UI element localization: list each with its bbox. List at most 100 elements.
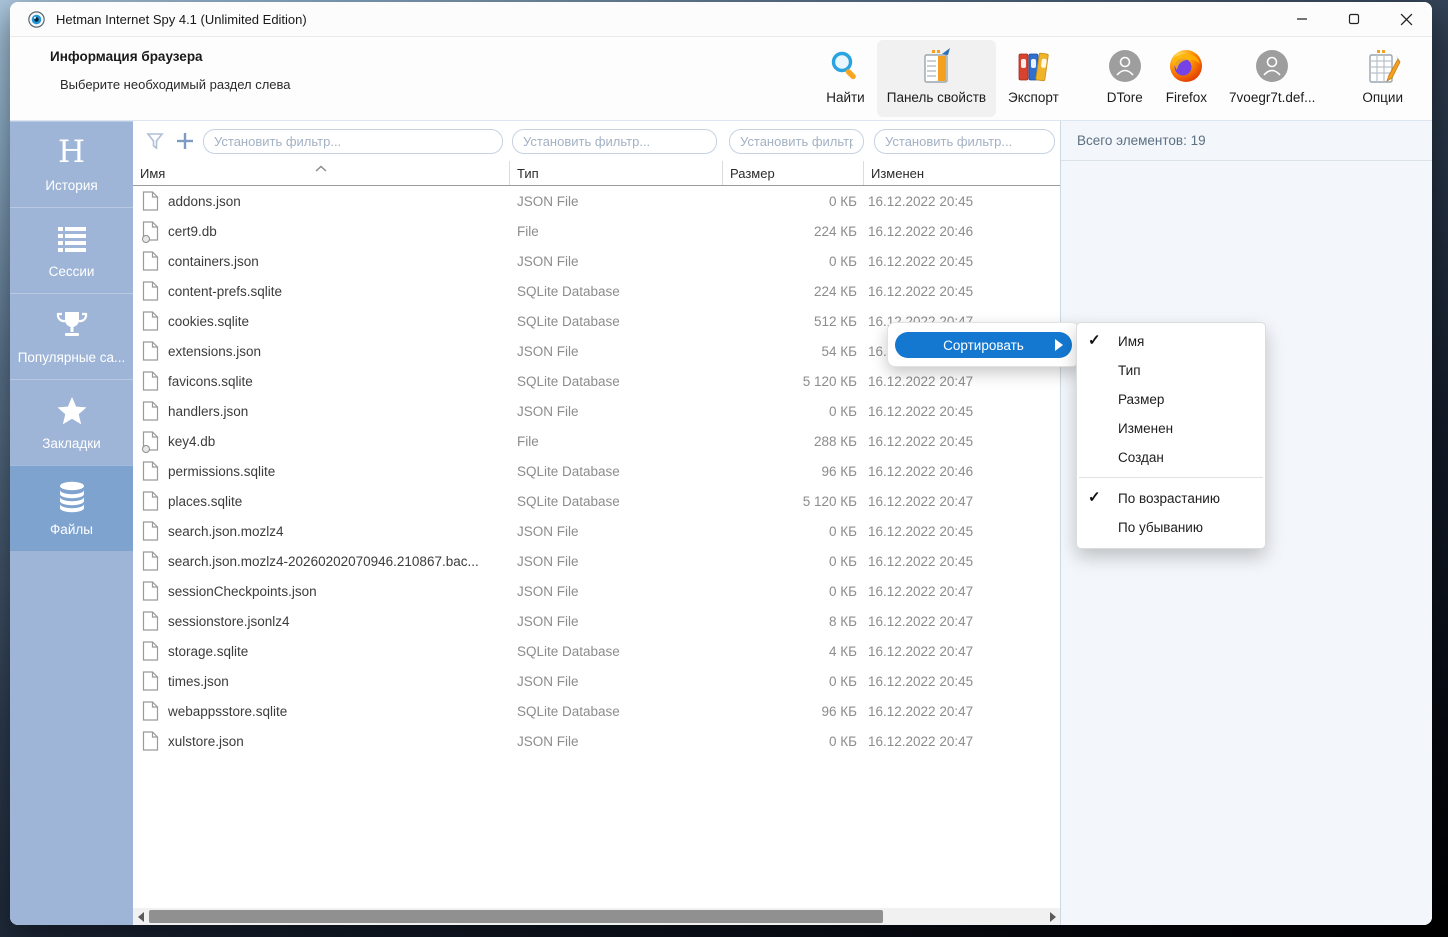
file-name: containers.json — [168, 254, 510, 269]
database-icon — [57, 481, 87, 513]
file-name: webappsstore.sqlite — [168, 704, 510, 719]
export-button[interactable]: Экспорт — [998, 40, 1069, 117]
file-icon — [133, 311, 168, 331]
sidebar-item[interactable]: H История — [10, 121, 133, 207]
properties-panel-button[interactable]: Панель свойств — [877, 40, 996, 117]
filter-input-size[interactable] — [729, 129, 864, 154]
scroll-left-arrow-icon[interactable] — [133, 908, 148, 925]
sidebar-item[interactable]: Файлы — [10, 465, 133, 551]
submenu-item[interactable]: По убыванию — [1077, 513, 1265, 542]
profile-7voegr7t-button[interactable]: 7voegr7t.def... — [1219, 40, 1325, 117]
table-row[interactable]: search.json.mozlz4-20260202070946.210867… — [133, 546, 1060, 576]
file-type: SQLite Database — [510, 704, 723, 719]
submenu-item[interactable]: Размер — [1077, 385, 1265, 414]
submenu-item[interactable]: ✓ По возрастанию — [1077, 484, 1265, 513]
table-row[interactable]: containers.json JSON File 0 КБ 16.12.202… — [133, 246, 1060, 276]
sidebar-item[interactable]: Популярные са... — [10, 293, 133, 379]
file-icon — [133, 671, 168, 691]
filter-input-name[interactable] — [203, 129, 503, 154]
close-button[interactable] — [1380, 2, 1432, 36]
window-controls — [1276, 2, 1432, 36]
submenu-item[interactable]: Создан — [1077, 443, 1265, 472]
file-name: storage.sqlite — [168, 644, 510, 659]
table-row[interactable]: places.sqlite SQLite Database 5 120 КБ 1… — [133, 486, 1060, 516]
file-list: addons.json JSON File 0 КБ 16.12.2022 20… — [133, 186, 1060, 908]
sessions-list-icon — [57, 223, 87, 255]
export-binders-icon — [1014, 46, 1052, 86]
column-header-modified[interactable]: Изменен — [864, 161, 1060, 185]
options-button[interactable]: Опции — [1352, 40, 1413, 117]
table-row[interactable]: xulstore.json JSON File 0 КБ 16.12.2022 … — [133, 726, 1060, 756]
profile-dtore-button[interactable]: DTore — [1096, 40, 1154, 117]
maximize-button[interactable] — [1328, 2, 1380, 36]
profile-firefox-button[interactable]: Firefox — [1156, 40, 1217, 117]
submenu-item[interactable]: Тип — [1077, 356, 1265, 385]
sidebar-item[interactable]: Сессии — [10, 207, 133, 293]
db-badge-icon — [142, 235, 150, 243]
find-button[interactable]: Найти — [816, 40, 875, 117]
add-filter-icon[interactable] — [173, 131, 197, 151]
table-row[interactable]: content-prefs.sqlite SQLite Database 224… — [133, 276, 1060, 306]
file-type: JSON File — [510, 344, 723, 359]
file-modified: 16.12.2022 20:47 — [857, 614, 1060, 629]
table-row[interactable]: permissions.sqlite SQLite Database 96 КБ… — [133, 456, 1060, 486]
file-icon — [133, 461, 168, 481]
file-size: 0 КБ — [723, 674, 857, 689]
file-type: SQLite Database — [510, 314, 723, 329]
table-row[interactable]: times.json JSON File 0 КБ 16.12.2022 20:… — [133, 666, 1060, 696]
file-size: 4 КБ — [723, 644, 857, 659]
file-icon — [133, 611, 168, 631]
table-row[interactable]: cert9.db File 224 КБ 16.12.2022 20:46 — [133, 216, 1060, 246]
file-type: JSON File — [510, 254, 723, 269]
table-row[interactable]: sessionstore.jsonlz4 JSON File 8 КБ 16.1… — [133, 606, 1060, 636]
submenu-item[interactable]: Изменен — [1077, 414, 1265, 443]
submenu-item[interactable]: ✓ Имя — [1077, 327, 1265, 356]
file-name: times.json — [168, 674, 510, 689]
scrollbar-thumb[interactable] — [149, 910, 883, 923]
sort-menu-item[interactable]: Сортировать — [895, 332, 1072, 358]
file-type: JSON File — [510, 524, 723, 539]
filter-funnel-icon[interactable] — [145, 132, 165, 150]
file-icon — [133, 521, 168, 541]
column-header-type[interactable]: Тип — [510, 161, 723, 185]
table-row[interactable]: storage.sqlite SQLite Database 4 КБ 16.1… — [133, 636, 1060, 666]
file-name: extensions.json — [168, 344, 510, 359]
sidebar-item[interactable]: Закладки — [10, 379, 133, 465]
file-size: 224 КБ — [723, 284, 857, 299]
trophy-icon — [56, 309, 88, 341]
file-name: content-prefs.sqlite — [168, 284, 510, 299]
table-row[interactable]: favicons.sqlite SQLite Database 5 120 КБ… — [133, 366, 1060, 396]
total-count-label: Всего элементов: 19 — [1061, 121, 1432, 161]
toolbar: Найти Панель свойств — [815, 37, 1432, 120]
minimize-icon — [1296, 13, 1308, 25]
file-modified: 16.12.2022 20:47 — [857, 704, 1060, 719]
scroll-right-arrow-icon[interactable] — [1045, 908, 1060, 925]
file-type: JSON File — [510, 674, 723, 689]
table-row[interactable]: search.json.mozlz4 JSON File 0 КБ 16.12.… — [133, 516, 1060, 546]
file-size: 0 КБ — [723, 584, 857, 599]
table-row[interactable]: handlers.json JSON File 0 КБ 16.12.2022 … — [133, 396, 1060, 426]
table-row[interactable]: addons.json JSON File 0 КБ 16.12.2022 20… — [133, 186, 1060, 216]
table-row[interactable]: sessionCheckpoints.json JSON File 0 КБ 1… — [133, 576, 1060, 606]
file-modified: 16.12.2022 20:47 — [857, 584, 1060, 599]
table-row[interactable]: webappsstore.sqlite SQLite Database 96 К… — [133, 696, 1060, 726]
firefox-icon — [1167, 46, 1205, 86]
submenu-item-label: Тип — [1118, 363, 1141, 378]
filter-input-type[interactable] — [512, 129, 717, 154]
page-subtitle: Выберите необходимый раздел слева — [60, 77, 815, 92]
file-size: 0 КБ — [723, 254, 857, 269]
file-modified: 16.12.2022 20:47 — [857, 644, 1060, 659]
file-icon — [133, 641, 168, 661]
file-modified: 16.12.2022 20:47 — [857, 494, 1060, 509]
filter-input-modified[interactable] — [874, 129, 1055, 154]
file-icon — [133, 341, 168, 361]
minimize-button[interactable] — [1276, 2, 1328, 36]
file-type: SQLite Database — [510, 464, 723, 479]
history-icon: H — [58, 137, 85, 169]
table-row[interactable]: key4.db File 288 КБ 16.12.2022 20:45 — [133, 426, 1060, 456]
file-size: 0 КБ — [723, 734, 857, 749]
user-avatar-icon — [1106, 46, 1144, 86]
horizontal-scrollbar[interactable] — [133, 908, 1060, 925]
toolbar-row: Информация браузера Выберите необходимый… — [10, 37, 1432, 121]
column-header-size[interactable]: Размер — [723, 161, 864, 185]
